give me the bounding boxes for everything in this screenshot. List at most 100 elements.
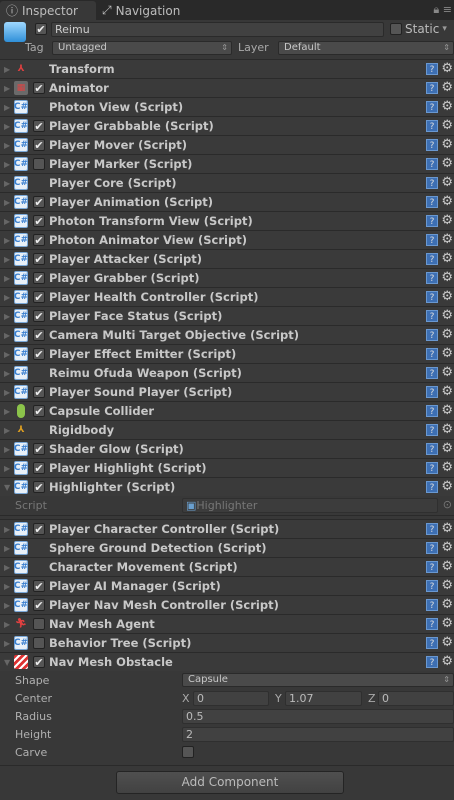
- static-toggle[interactable]: Static ▾: [390, 22, 447, 36]
- component-enabled-checkbox[interactable]: ✔: [33, 291, 45, 303]
- gear-icon[interactable]: ⚙: [441, 251, 453, 266]
- component-enabled-checkbox[interactable]: ✔: [33, 386, 45, 398]
- foldout-arrow-icon[interactable]: ▶: [0, 293, 12, 302]
- help-icon[interactable]: ?: [426, 443, 438, 455]
- foldout-arrow-icon[interactable]: ▶: [0, 84, 12, 93]
- component-header[interactable]: ▶ ⅄ Rigidbody ? ⚙: [0, 420, 454, 439]
- help-icon[interactable]: ?: [426, 215, 438, 227]
- component-enabled-checkbox[interactable]: ✔: [33, 405, 45, 417]
- component-enabled-checkbox[interactable]: [33, 637, 45, 649]
- gear-icon[interactable]: ⚙: [441, 460, 453, 475]
- gear-icon[interactable]: ⚙: [441, 616, 453, 631]
- component-enabled-checkbox[interactable]: ✔: [33, 272, 45, 284]
- static-checkbox[interactable]: [390, 23, 402, 35]
- help-icon[interactable]: ?: [426, 253, 438, 265]
- foldout-arrow-icon[interactable]: ▶: [0, 407, 12, 416]
- component-header[interactable]: ▶ C# ✔ Photon Animator View (Script) ? ⚙: [0, 230, 454, 249]
- help-icon[interactable]: ?: [426, 63, 438, 75]
- foldout-arrow-icon[interactable]: ▶: [0, 312, 12, 321]
- gear-icon[interactable]: ⚙: [441, 308, 453, 323]
- gear-icon[interactable]: ⚙: [441, 578, 453, 593]
- gear-icon[interactable]: ⚙: [441, 99, 453, 114]
- gear-icon[interactable]: ⚙: [441, 384, 453, 399]
- foldout-arrow-icon[interactable]: ▶: [0, 620, 12, 629]
- help-icon[interactable]: ?: [426, 405, 438, 417]
- carve-checkbox[interactable]: [182, 746, 194, 758]
- foldout-arrow-icon[interactable]: ▶: [0, 103, 12, 112]
- help-icon[interactable]: ?: [426, 139, 438, 151]
- gear-icon[interactable]: ⚙: [441, 213, 453, 228]
- gear-icon[interactable]: ⚙: [441, 403, 453, 418]
- gear-icon[interactable]: ⚙: [441, 232, 453, 247]
- lock-icon[interactable]: 🔒︎ ≡: [433, 3, 452, 17]
- gear-icon[interactable]: ⚙: [441, 137, 453, 152]
- component-header[interactable]: ▶ 🏃︎ Nav Mesh Agent ? ⚙: [0, 614, 454, 633]
- foldout-arrow-icon[interactable]: ▼: [0, 483, 12, 492]
- foldout-arrow-icon[interactable]: ▶: [0, 141, 12, 150]
- center-x-field[interactable]: 0: [193, 691, 269, 706]
- foldout-arrow-icon[interactable]: ▶: [0, 464, 12, 473]
- gear-icon[interactable]: ⚙: [441, 194, 453, 209]
- help-icon[interactable]: ?: [426, 542, 438, 554]
- add-component-button[interactable]: Add Component: [116, 771, 344, 794]
- help-icon[interactable]: ?: [426, 481, 438, 493]
- component-header[interactable]: ▶ C# ✔ Shader Glow (Script) ? ⚙: [0, 439, 454, 458]
- component-header[interactable]: ▶ C# Reimu Ofuda Weapon (Script) ? ⚙: [0, 363, 454, 382]
- shape-dropdown[interactable]: Capsule ⇕: [182, 673, 454, 687]
- help-icon[interactable]: ?: [426, 329, 438, 341]
- component-enabled-checkbox[interactable]: ✔: [33, 82, 45, 94]
- help-icon[interactable]: ?: [426, 386, 438, 398]
- component-header[interactable]: ▶ C# ✔ Player Grabbable (Script) ? ⚙: [0, 116, 454, 135]
- help-icon[interactable]: ?: [426, 424, 438, 436]
- gear-icon[interactable]: ⚙: [441, 80, 453, 95]
- foldout-arrow-icon[interactable]: ▶: [0, 525, 12, 534]
- component-enabled-checkbox[interactable]: ✔: [33, 443, 45, 455]
- help-icon[interactable]: ?: [426, 580, 438, 592]
- component-enabled-checkbox[interactable]: ✔: [33, 580, 45, 592]
- component-enabled-checkbox[interactable]: ✔: [33, 215, 45, 227]
- help-icon[interactable]: ?: [426, 310, 438, 322]
- script-field[interactable]: ▣Highlighter: [182, 498, 438, 513]
- help-icon[interactable]: ?: [426, 462, 438, 474]
- component-enabled-checkbox[interactable]: ✔: [33, 523, 45, 535]
- component-enabled-checkbox[interactable]: ✔: [33, 234, 45, 246]
- gear-icon[interactable]: ⚙: [441, 270, 453, 285]
- gear-icon[interactable]: ⚙: [441, 118, 453, 133]
- component-header[interactable]: ▶ C# ✔ Player Effect Emitter (Script) ? …: [0, 344, 454, 363]
- gear-icon[interactable]: ⚙: [441, 289, 453, 304]
- center-y-field[interactable]: 1.07: [285, 691, 362, 706]
- component-header[interactable]: ▶ C# ✔ Player Sound Player (Script) ? ⚙: [0, 382, 454, 401]
- gear-icon[interactable]: ⚙: [441, 559, 453, 574]
- component-enabled-checkbox[interactable]: [33, 158, 45, 170]
- help-icon[interactable]: ?: [426, 618, 438, 630]
- help-icon[interactable]: ?: [426, 367, 438, 379]
- help-icon[interactable]: ?: [426, 120, 438, 132]
- gear-icon[interactable]: ⚙: [441, 441, 453, 456]
- tag-dropdown[interactable]: Untagged ⇕: [52, 41, 232, 55]
- height-field[interactable]: 2: [182, 727, 454, 742]
- gear-icon[interactable]: ⚙: [441, 540, 453, 555]
- component-enabled-checkbox[interactable]: ✔: [33, 462, 45, 474]
- help-icon[interactable]: ?: [426, 101, 438, 113]
- foldout-arrow-icon[interactable]: ▶: [0, 255, 12, 264]
- component-header[interactable]: ▶ C# ✔ Player Face Status (Script) ? ⚙: [0, 306, 454, 325]
- help-icon[interactable]: ?: [426, 177, 438, 189]
- component-header[interactable]: ▶ ⅄ Transform ? ⚙: [0, 59, 454, 78]
- help-icon[interactable]: ?: [426, 272, 438, 284]
- foldout-arrow-icon[interactable]: ▶: [0, 369, 12, 378]
- component-enabled-checkbox[interactable]: ✔: [33, 656, 45, 668]
- gear-icon[interactable]: ⚙: [441, 422, 453, 437]
- component-header[interactable]: ▶ C# ✔ Player Highlight (Script) ? ⚙: [0, 458, 454, 477]
- foldout-arrow-icon[interactable]: ▶: [0, 563, 12, 572]
- tab-navigation[interactable]: ⤢ Navigation: [96, 1, 190, 20]
- component-header[interactable]: ▼ C# ✔ Highlighter (Script) ? ⚙: [0, 477, 454, 496]
- component-enabled-checkbox[interactable]: [33, 618, 45, 630]
- foldout-arrow-icon[interactable]: ▶: [0, 601, 12, 610]
- gear-icon[interactable]: ⚙: [441, 327, 453, 342]
- component-header[interactable]: ▶ C# ✔ Player Attacker (Script) ? ⚙: [0, 249, 454, 268]
- component-header[interactable]: ▶ C# ✔ Player Nav Mesh Controller (Scrip…: [0, 595, 454, 614]
- component-enabled-checkbox[interactable]: ✔: [33, 348, 45, 360]
- component-enabled-checkbox[interactable]: ✔: [33, 253, 45, 265]
- tab-inspector[interactable]: ⓘ Inspector: [0, 1, 96, 20]
- foldout-arrow-icon[interactable]: ▶: [0, 445, 12, 454]
